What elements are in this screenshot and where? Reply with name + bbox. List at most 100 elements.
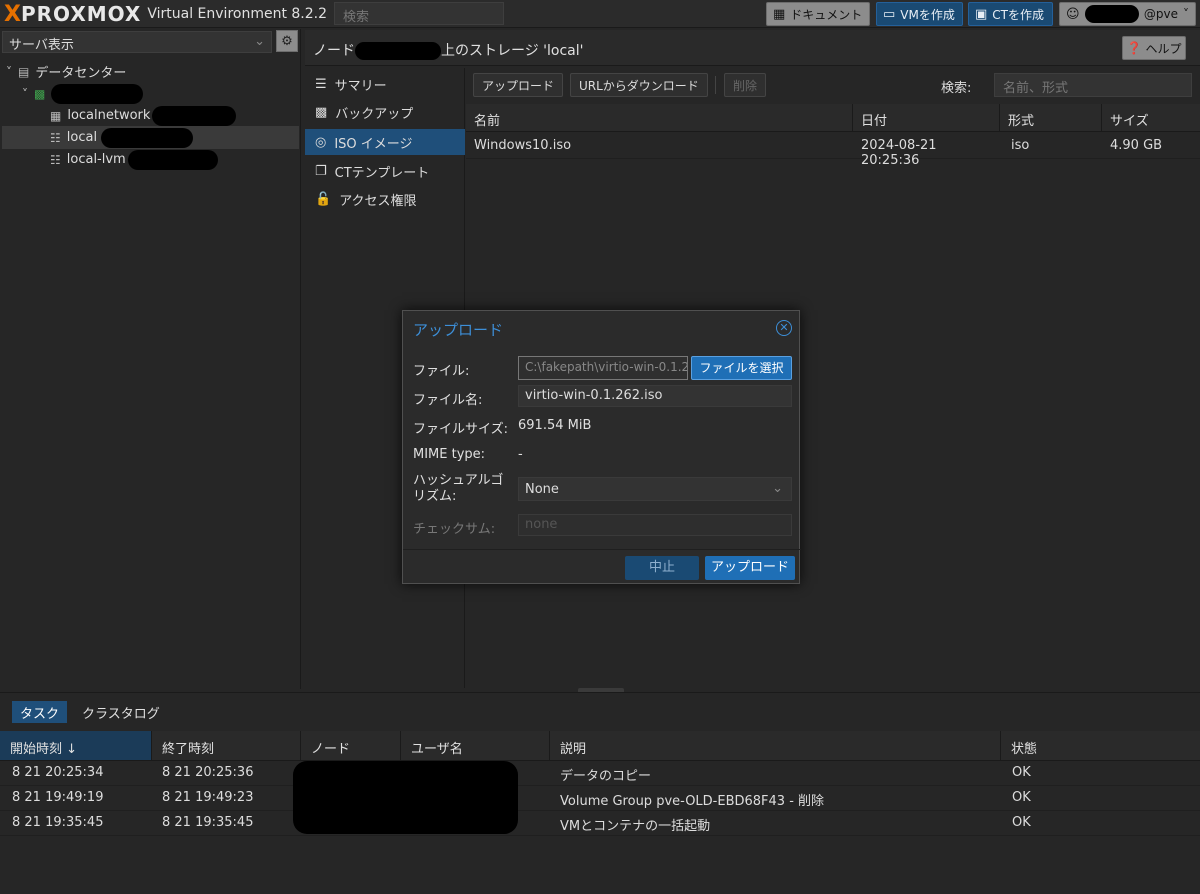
chevron-down-icon: ˅: [6, 64, 12, 79]
nav-ct-templates[interactable]: ❐ CTテンプレート: [305, 158, 465, 184]
mime-type-label: MIME type:: [413, 447, 486, 462]
version-label: Virtual Environment 8.2.2: [147, 6, 328, 22]
question-icon: ❓: [1126, 41, 1142, 55]
proxmox-x-icon: X: [4, 1, 21, 27]
unlock-icon: 🔓: [315, 191, 332, 207]
template-icon: ❐: [315, 163, 327, 179]
gear-icon[interactable]: ⚙: [276, 30, 298, 52]
hash-algorithm-label: ハッシュアルゴ リズム:: [413, 473, 504, 504]
tab-cluster-log[interactable]: クラスタログ: [74, 701, 168, 723]
cell-name: Windows10.iso: [474, 138, 572, 153]
column-header-description[interactable]: 説明: [550, 731, 1001, 761]
nav-summary[interactable]: ☰ サマリー: [305, 71, 465, 97]
cell-status: OK: [1012, 790, 1031, 805]
toolbar-divider: [715, 76, 716, 94]
cell-end-time: 8 21 19:49:23: [162, 790, 254, 805]
download-from-url-button[interactable]: URLからダウンロード: [570, 73, 708, 97]
global-search-input[interactable]: 検索: [334, 2, 504, 25]
cell-status: OK: [1012, 765, 1031, 780]
column-header-format[interactable]: 形式: [1000, 104, 1102, 132]
redacted-node-name: [51, 83, 144, 104]
user-menu-button[interactable]: ☺ @pve ˅: [1059, 2, 1196, 26]
column-header-start-time[interactable]: 開始時刻 ↓: [0, 731, 152, 761]
tree-item-local[interactable]: ☷ local: [2, 126, 299, 149]
redacted-label: [152, 105, 237, 126]
grid-icon: ▦: [50, 108, 62, 123]
chevron-down-icon: ⌄: [772, 481, 783, 496]
page-title: ノード 上のストレージ 'local': [313, 42, 584, 60]
cell-end-time: 8 21 20:25:36: [162, 765, 254, 780]
nav-iso-images[interactable]: ◎ ISO イメージ: [305, 129, 465, 155]
column-header-end-time[interactable]: 終了時刻: [152, 731, 301, 761]
cell-description: VMとコンテナの一括起動: [560, 819, 711, 834]
filename-label: ファイル名:: [413, 393, 483, 408]
close-icon[interactable]: ✕: [776, 320, 792, 336]
redacted-username: [1084, 5, 1139, 23]
redacted-label: [101, 127, 194, 148]
upload-confirm-button[interactable]: アップロード: [705, 556, 795, 580]
content-header: ノード 上のストレージ 'local' ❓ ヘルプ: [305, 30, 1200, 66]
cell-start-time: 8 21 19:49:19: [12, 790, 104, 805]
cell-description: データのコピー: [560, 769, 652, 784]
user-icon: ☺: [1066, 6, 1080, 22]
filesize-label: ファイルサイズ:: [413, 422, 508, 437]
search-label: 検索:: [941, 81, 972, 96]
column-header-name[interactable]: 名前: [466, 104, 853, 132]
database-icon: ☷: [50, 130, 61, 145]
filesize-value: 691.54 MiB: [518, 418, 592, 433]
hash-algorithm-select[interactable]: None ⌄: [518, 477, 792, 501]
column-header-status[interactable]: 状態: [1001, 731, 1200, 761]
upload-button[interactable]: アップロード: [473, 73, 564, 97]
upload-dialog: アップロード ✕ ファイル: C:\fakepath\virtio-win-0.…: [402, 310, 801, 584]
proxmox-logo: X PROXMOX Virtual Environment 8.2.2: [4, 1, 328, 27]
nav-backup[interactable]: ▩ バックアップ: [305, 99, 465, 125]
cell-end-time: 8 21 19:35:45: [162, 815, 254, 830]
chevron-down-icon: ˅: [22, 86, 28, 101]
documentation-button[interactable]: ▦ ドキュメント: [766, 2, 870, 26]
task-log-panel: タスク クラスタログ 開始時刻 ↓ 終了時刻 ノード ユーザ名 説明 状態 8 …: [0, 692, 1200, 894]
chevron-down-icon: ˅: [1183, 7, 1189, 21]
choose-file-button[interactable]: ファイルを選択: [691, 356, 792, 380]
column-header-node[interactable]: ノード: [301, 731, 401, 761]
cell-start-time: 8 21 19:35:45: [12, 815, 104, 830]
cancel-button[interactable]: 中止: [625, 556, 699, 580]
disc-icon: ◎: [315, 134, 327, 150]
resource-tree: サーバ表示 ⌄ ⚙ ˅ ▤ データセンター ˅ ▩ ▦ localnetwork…: [0, 29, 301, 689]
view-selector[interactable]: サーバ表示 ⌄: [2, 31, 272, 53]
top-bar: X PROXMOX Virtual Environment 8.2.2 検索 ▦…: [0, 0, 1200, 28]
monitor-icon: ▭: [883, 6, 896, 22]
checksum-input[interactable]: none: [518, 514, 792, 536]
book-icon: ☰: [315, 76, 327, 92]
create-vm-button[interactable]: ▭ VMを作成: [876, 2, 963, 26]
tree-item-datacenter[interactable]: ˅ ▤ データセンター: [2, 60, 299, 83]
file-path-field[interactable]: C:\fakepath\virtio-win-0.1.26: [518, 356, 688, 380]
cell-format: iso: [1011, 138, 1030, 153]
cube-icon: ▣: [975, 6, 988, 22]
help-button[interactable]: ❓ ヘルプ: [1122, 36, 1186, 60]
grid-search-input[interactable]: 名前、形式: [994, 73, 1192, 97]
tree-item-local-lvm[interactable]: ☷ local-lvm: [2, 148, 299, 171]
checksum-label: チェックサム:: [413, 522, 496, 537]
file-label: ファイル:: [413, 364, 470, 379]
cell-description: Volume Group pve-OLD-EBD68F43 - 削除: [560, 794, 825, 809]
redacted-label: [127, 149, 218, 170]
cell-start-time: 8 21 20:25:34: [12, 765, 104, 780]
server-icon: ▤: [18, 64, 30, 79]
column-header-username[interactable]: ユーザ名: [401, 731, 550, 761]
cell-status: OK: [1012, 815, 1031, 830]
cell-size: 4.90 GB: [1110, 138, 1163, 153]
create-ct-button[interactable]: ▣ CTを作成: [968, 2, 1053, 26]
tree-item-localnetwork[interactable]: ▦ localnetwork: [2, 104, 299, 127]
tree-item-node[interactable]: ˅ ▩: [2, 82, 299, 105]
logo-wordmark: PROXMOX: [20, 2, 142, 26]
column-header-date[interactable]: 日付: [853, 104, 1000, 132]
tab-tasks[interactable]: タスク: [12, 701, 68, 723]
column-header-size[interactable]: サイズ: [1102, 104, 1200, 132]
cell-date: 2024-08-21 20:25:36: [861, 138, 937, 168]
redacted-node-name: [355, 42, 441, 60]
dialog-title: アップロード: [413, 321, 504, 339]
delete-button[interactable]: 削除: [724, 73, 767, 97]
filename-input[interactable]: virtio-win-0.1.262.iso: [518, 385, 792, 407]
floppy-icon: ▩: [315, 104, 328, 120]
nav-permissions[interactable]: 🔓 アクセス権限: [305, 186, 465, 212]
